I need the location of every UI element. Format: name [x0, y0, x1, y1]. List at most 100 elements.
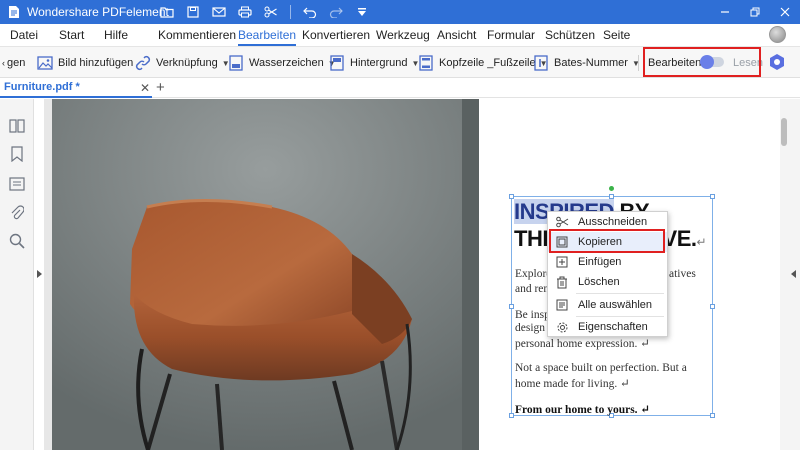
bates-number-icon [533, 55, 549, 71]
ctx-select-all-label: Alle auswählen [578, 299, 652, 311]
minimize-icon[interactable] [710, 0, 740, 24]
menu-datei[interactable]: Datei [10, 28, 38, 42]
watermark-label: Wasserzeichen [249, 57, 324, 69]
select-all-icon [555, 298, 569, 312]
scissors-icon [555, 215, 569, 229]
toolbar-scroll-left[interactable]: ‹ gen [2, 53, 25, 73]
ctx-properties-label: Eigenschaften [578, 321, 648, 333]
bookmark-icon[interactable] [8, 145, 26, 163]
ctx-paste[interactable]: Einfügen [548, 252, 667, 272]
link-button[interactable]: Verknüpfung ▼ [135, 53, 230, 73]
app-logo-icon [6, 4, 22, 20]
toolbar-separator [290, 5, 291, 19]
resize-handle[interactable] [710, 304, 715, 309]
menu-separator [576, 293, 664, 294]
folder-icon[interactable] [154, 0, 180, 24]
menu-werkzeug[interactable]: Werkzeug [376, 28, 430, 42]
background-button[interactable]: Hintergrund ▼ [329, 53, 419, 73]
resize-handle[interactable] [710, 413, 715, 418]
attachment-icon[interactable] [8, 204, 26, 222]
watermark-icon [228, 55, 244, 71]
paste-icon [555, 255, 569, 269]
search-icon[interactable] [8, 232, 26, 250]
watermark-button[interactable]: Wasserzeichen ▼ [228, 53, 336, 73]
tab-furniture-pdf[interactable]: Furniture.pdf * ✕ [0, 78, 152, 98]
chevron-left-icon: ‹ [2, 58, 5, 68]
menu-hilfe[interactable]: Hilfe [104, 28, 128, 42]
undo-icon[interactable] [297, 0, 323, 24]
menu-konvertieren[interactable]: Konvertieren [302, 28, 370, 42]
dropdown-icon[interactable] [349, 0, 375, 24]
left-sidebar [0, 99, 34, 450]
ctx-paste-label: Einfügen [578, 256, 622, 268]
ctx-delete[interactable]: Löschen [548, 272, 667, 292]
body-line[interactable]: home made for living. ↵ [515, 376, 630, 390]
resize-handle[interactable] [509, 304, 514, 309]
avatar[interactable] [769, 26, 786, 43]
bates-number-label: Bates-Nummer [554, 57, 628, 69]
ctx-properties[interactable]: Eigenschaften [548, 317, 667, 337]
bates-number-button[interactable]: Bates-Nummer ▼ [533, 53, 640, 73]
print-icon[interactable] [232, 0, 258, 24]
chair-photo [52, 99, 479, 450]
ctx-delete-label: Löschen [578, 276, 620, 288]
document-tab-bar: Furniture.pdf * ✕ + [0, 78, 800, 98]
resize-handle[interactable] [710, 194, 715, 199]
vertical-scrollbar[interactable] [781, 118, 787, 146]
toggle-knob [700, 55, 714, 69]
tab-label: Furniture.pdf * [4, 81, 80, 93]
menu-ansicht[interactable]: Ansicht [437, 28, 476, 42]
background-icon [329, 55, 345, 71]
heading-line-2-start[interactable]: THI [514, 226, 548, 252]
copy-highlight-frame [549, 229, 665, 253]
menu-start[interactable]: Start [59, 28, 84, 42]
menu-seite[interactable]: Seite [603, 28, 630, 42]
body-line[interactable]: atives [669, 268, 696, 280]
quick-access-toolbar [154, 0, 375, 24]
save-icon[interactable] [180, 0, 206, 24]
comment-icon[interactable] [8, 175, 26, 193]
rotate-handle[interactable] [609, 186, 614, 191]
image-icon [37, 55, 53, 71]
mail-icon[interactable] [206, 0, 232, 24]
body-line[interactable]: Not a space built on perfection. But a [515, 362, 687, 374]
edit-read-toggle[interactable] [700, 55, 724, 69]
menu-formular[interactable]: Formular [487, 28, 535, 42]
body-line[interactable]: personal home expression. ↵ [515, 336, 650, 350]
truncated-tool-label: gen [7, 57, 26, 69]
redo-icon[interactable] [323, 0, 349, 24]
link-label: Verknüpfung [156, 57, 218, 69]
settings-hex-icon[interactable] [768, 53, 786, 71]
body-line[interactable]: From our home to yours. ↵ [515, 402, 650, 416]
header-footer-icon [418, 55, 434, 71]
gear-icon [555, 320, 569, 334]
header-footer-button[interactable]: Kopfzeile _Fußzeile ▼ [418, 53, 548, 73]
add-image-button[interactable]: Bild hinzufügen [37, 53, 133, 73]
app-title: Wondershare PDFelement [27, 5, 169, 19]
close-icon[interactable] [770, 0, 800, 24]
resize-handle[interactable] [509, 413, 514, 418]
title-bar: Wondershare PDFelement [0, 0, 800, 24]
header-footer-label: Kopfzeile _Fußzeile [439, 57, 536, 69]
add-tab-icon[interactable]: + [156, 79, 165, 96]
window-controls [710, 0, 800, 24]
right-scroll-track [780, 99, 800, 450]
collapse-sidebar-arrow[interactable] [37, 270, 42, 278]
menu-bearbeiten[interactable]: Bearbeiten [238, 28, 297, 46]
ctx-cut-label: Ausschneiden [578, 216, 648, 228]
collapse-right-panel-arrow[interactable] [791, 270, 796, 278]
add-image-label: Bild hinzufügen [58, 57, 134, 69]
ctx-select-all[interactable]: Alle auswählen [548, 295, 667, 315]
paragraph-mark: ↵ [696, 235, 707, 249]
menu-schuetzen[interactable]: Schützen [545, 28, 595, 42]
restore-icon[interactable] [740, 0, 770, 24]
menu-kommentieren[interactable]: Kommentieren [158, 28, 236, 42]
delete-icon [555, 275, 569, 289]
menu-bar: Datei Start Hilfe Kommentieren Bearbeite… [0, 24, 800, 46]
scissors-icon[interactable] [258, 0, 284, 24]
thumbnails-icon[interactable] [8, 117, 26, 135]
background-label: Hintergrund [350, 57, 408, 69]
body-line[interactable]: Explore [515, 268, 551, 280]
toolbar-separator [638, 55, 639, 71]
close-tab-icon[interactable]: ✕ [140, 81, 150, 95]
